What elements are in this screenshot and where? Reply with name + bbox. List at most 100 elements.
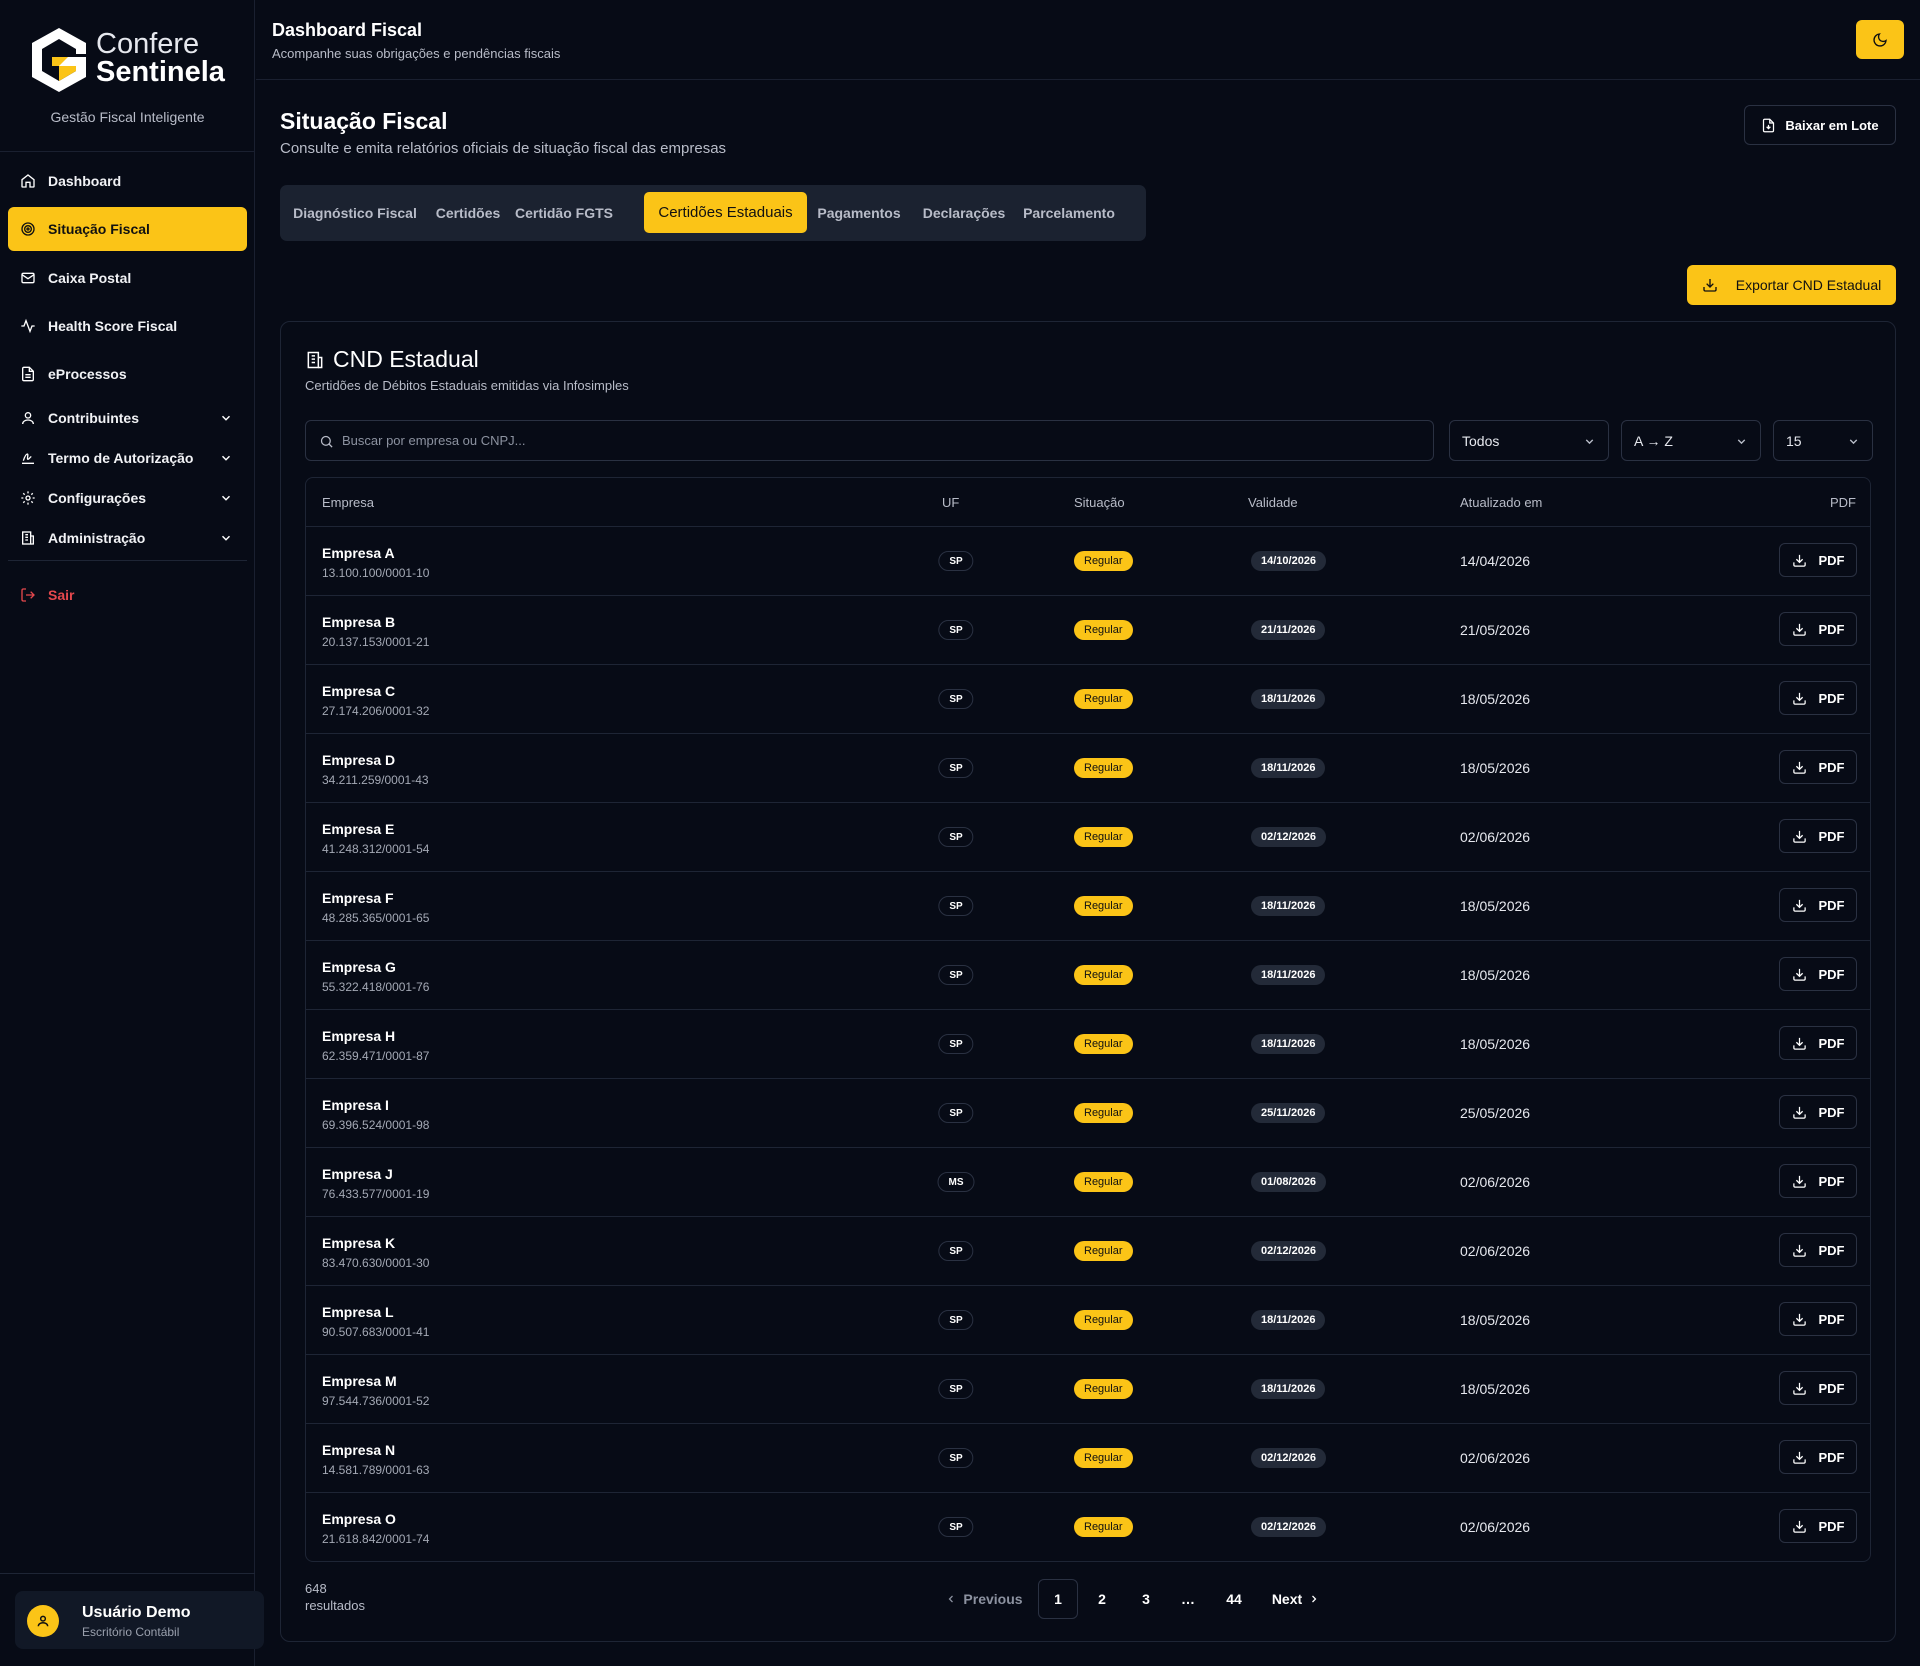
pdf-download-button[interactable]: PDF (1779, 1164, 1857, 1198)
uf-badge: SP (938, 689, 974, 709)
pagination-next[interactable]: Next (1265, 1579, 1327, 1619)
table-row: Empresa L 90.507.683/0001-41 SP Regular 18/1… (306, 1286, 1870, 1355)
brand-logo[interactable]: Confere Sentinela Gestão Fiscal Intelige… (0, 0, 255, 152)
theme-toggle-button[interactable] (1856, 20, 1904, 59)
pdf-download-button[interactable]: PDF (1779, 1095, 1857, 1129)
table-row: Empresa I 69.396.524/0001-98 SP Regular 25/1… (306, 1079, 1870, 1148)
pdf-download-button[interactable]: PDF (1779, 612, 1857, 646)
validity-badge: 18/11/2026 (1251, 689, 1326, 709)
sidebar-item-administracao[interactable]: Administração (8, 516, 247, 560)
page-size-select[interactable]: 15 (1773, 420, 1873, 461)
updated-date: 02/06/2026 (1460, 829, 1531, 845)
table-header: Empresa UF Situação Validade Atualizado … (306, 478, 1870, 527)
pdf-download-button[interactable]: PDF (1779, 681, 1857, 715)
pdf-download-button[interactable]: PDF (1779, 750, 1857, 784)
sidebar-item-contribuintes[interactable]: Contribuintes (8, 396, 247, 440)
uf-badge: SP (938, 896, 974, 916)
batch-download-label: Baixar em Lote (1785, 117, 1879, 133)
sort-select[interactable]: A → Z (1621, 420, 1761, 461)
table-row: Empresa K 83.470.630/0001-30 SP Regular 02/1… (306, 1217, 1870, 1286)
pdf-download-button[interactable]: PDF (1779, 1371, 1857, 1405)
updated-date: 02/06/2026 (1460, 1174, 1531, 1190)
moon-icon (1873, 32, 1887, 47)
brand-name-line2: Sentinela (96, 56, 225, 88)
tab-declaracoes[interactable]: Declarações (916, 192, 1012, 233)
pdf-download-button[interactable]: PDF (1779, 957, 1857, 991)
batch-download-button[interactable]: Baixar em Lote (1744, 105, 1896, 145)
pdf-download-button[interactable]: PDF (1779, 1302, 1857, 1336)
table-row: Empresa O 21.618.842/0001-74 SP Regular 02/1… (306, 1493, 1870, 1561)
sidebar-item-health-score[interactable]: Health Score Fiscal (8, 304, 247, 348)
chevron-down-icon (1737, 439, 1746, 445)
download-icon (1792, 1244, 1806, 1257)
chevron-down-icon (221, 415, 231, 421)
pdf-download-button[interactable]: PDF (1779, 1509, 1857, 1543)
export-cnd-button[interactable]: Exportar CND Estadual (1687, 265, 1896, 305)
pdf-button-label: PDF (1818, 1242, 1845, 1258)
logout-button[interactable]: Sair (8, 573, 247, 617)
brand-tagline: Gestão Fiscal Inteligente (50, 109, 205, 125)
chevron-left-icon (949, 1595, 954, 1603)
sidebar-divider (0, 1573, 255, 1574)
validity-badge: 18/11/2026 (1251, 1034, 1326, 1054)
uf-badge: SP (938, 1379, 974, 1399)
status-badge: Regular (1074, 620, 1133, 640)
uf-badge: SP (938, 1517, 974, 1537)
sidebar-item-eprocessos[interactable]: eProcessos (8, 352, 247, 396)
pdf-download-button[interactable]: PDF (1779, 543, 1857, 577)
search-icon (320, 435, 333, 448)
sidebar-item-dashboard[interactable]: Dashboard (8, 159, 247, 203)
validity-badge: 18/11/2026 (1251, 758, 1326, 778)
company-name: Empresa O (322, 1511, 396, 1527)
pdf-download-button[interactable]: PDF (1779, 1026, 1857, 1060)
company-cnpj: 55.322.418/0001-76 (322, 980, 430, 994)
validity-badge: 02/12/2026 (1251, 1448, 1327, 1468)
user-card[interactable]: Usuário Demo Escritório Contábil (15, 1591, 264, 1649)
tab-pagamentos[interactable]: Pagamentos (811, 192, 907, 233)
search-input[interactable]: Buscar por empresa ou CNPJ... (305, 420, 1434, 461)
tab-certidoes[interactable]: Certidões (428, 192, 508, 233)
table-row: Empresa J 76.433.577/0001-19 MS Regular 01/0… (306, 1148, 1870, 1217)
sidebar-item-label: Termo de Autorização (48, 450, 194, 466)
sidebar-item-termo-autorizacao[interactable]: Termo de Autorização (8, 436, 247, 480)
pagination-previous[interactable]: Previous (944, 1579, 1024, 1619)
status-filter-select[interactable]: Todos (1449, 420, 1609, 461)
pdf-download-button[interactable]: PDF (1779, 1233, 1857, 1267)
uf-badge: SP (938, 1034, 974, 1054)
validity-badge: 02/12/2026 (1251, 1517, 1327, 1537)
pagination-page-2[interactable]: 2 (1082, 1579, 1122, 1619)
tab-certidao-fgts[interactable]: Certidão FGTS (514, 192, 614, 233)
tab-diagnostico-fiscal[interactable]: Diagnóstico Fiscal (288, 192, 422, 233)
pagination-ellipsis: … (1181, 1591, 1195, 1607)
updated-date: 18/05/2026 (1460, 898, 1531, 914)
building-icon (307, 351, 323, 368)
pagination-page-1[interactable]: 1 (1038, 1579, 1078, 1619)
pdf-download-button[interactable]: PDF (1779, 888, 1857, 922)
pdf-button-label: PDF (1818, 1380, 1845, 1396)
sidebar-item-situacao-fiscal[interactable]: Situação Fiscal (8, 207, 247, 251)
company-name: Empresa J (322, 1166, 393, 1182)
tab-certidoes-estaduais[interactable]: Certidões Estaduais (644, 192, 807, 233)
header-situacao: Situação (1074, 495, 1125, 510)
chevron-down-icon (221, 455, 231, 461)
company-name: Empresa B (322, 614, 396, 630)
target-icon (21, 222, 35, 236)
pagination-page-3[interactable]: 3 (1126, 1579, 1166, 1619)
validity-badge: 18/11/2026 (1251, 896, 1326, 916)
sidebar-item-label: Administração (48, 530, 146, 546)
validity-badge: 21/11/2026 (1251, 620, 1326, 640)
sidebar-item-label: Caixa Postal (48, 270, 132, 286)
download-icon (1792, 899, 1806, 912)
tab-parcelamento[interactable]: Parcelamento (1020, 192, 1118, 233)
pdf-download-button[interactable]: PDF (1779, 819, 1857, 853)
pagination-page-44[interactable]: 44 (1210, 1579, 1258, 1619)
file-download-icon (1763, 118, 1775, 132)
status-badge: Regular (1074, 551, 1133, 571)
sidebar-item-configuracoes[interactable]: Configurações (8, 476, 247, 520)
pdf-button-label: PDF (1818, 1449, 1845, 1465)
sidebar-item-caixa-postal[interactable]: Caixa Postal (8, 256, 247, 300)
pdf-download-button[interactable]: PDF (1779, 1440, 1857, 1474)
page-size-value: 15 (1786, 432, 1802, 449)
sidebar-item-label: Contribuintes (48, 410, 139, 426)
validity-badge: 14/10/2026 (1251, 551, 1327, 571)
